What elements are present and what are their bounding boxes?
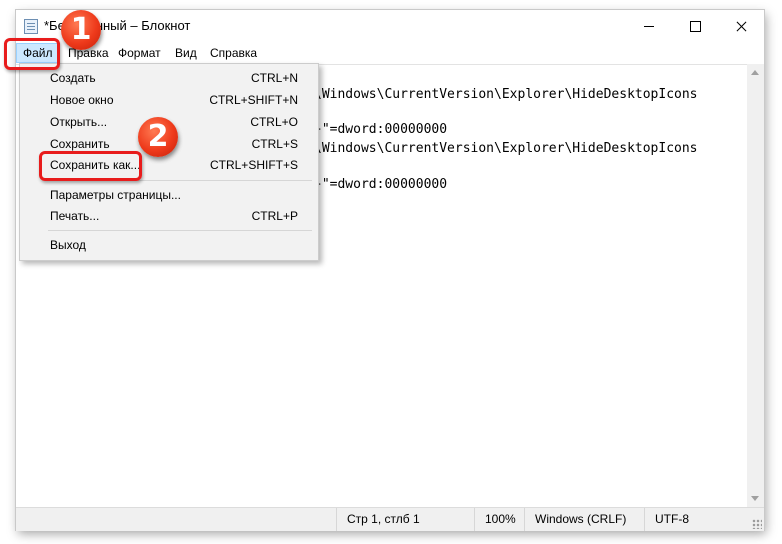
menu-help[interactable]: Справка xyxy=(204,44,263,62)
minimize-icon[interactable] xyxy=(626,10,672,42)
resize-grip-icon[interactable] xyxy=(752,519,762,529)
status-zoom: 100% xyxy=(474,508,525,531)
scroll-up-icon[interactable] xyxy=(751,70,759,75)
menu-item-shortcut: CTRL+O xyxy=(250,115,298,129)
menu-item-label: Новое окно xyxy=(50,93,114,107)
menu-item-label: Параметры страницы... xyxy=(50,188,181,202)
scroll-down-icon[interactable] xyxy=(751,496,759,501)
menu-item-shortcut: CTRL+SHIFT+S xyxy=(209,158,298,172)
status-encoding: UTF-8 xyxy=(644,508,755,531)
menu-item-shortcut: CTRL+SHIFT+N xyxy=(209,93,298,107)
menu-item-exit[interactable]: Выход xyxy=(20,234,318,256)
notepad-icon xyxy=(24,19,38,34)
step-badge-1: 1 xyxy=(61,10,101,50)
menu-item-shortcut: CTRL+P xyxy=(251,209,298,223)
menu-item-label: Выход xyxy=(50,238,86,252)
status-line-ending: Windows (CRLF) xyxy=(524,508,635,531)
highlight-file-menu xyxy=(4,38,60,70)
status-cursor-position: Стр 1, стлб 1 xyxy=(336,508,475,531)
maximize-icon[interactable] xyxy=(672,10,718,42)
highlight-save-as xyxy=(39,151,142,181)
title-bar[interactable]: *Безымянный – Блокнот xyxy=(16,10,764,42)
menu-item-page-setup[interactable]: Параметры страницы... xyxy=(20,184,318,206)
menu-item-label: Создать xyxy=(50,71,96,85)
menu-item-shortcut: CTRL+N xyxy=(250,71,298,85)
menu-item-new[interactable]: Создать CTRL+N xyxy=(20,67,318,89)
menu-item-new-window[interactable]: Новое окно CTRL+SHIFT+N xyxy=(20,89,318,111)
editor-line: }"=dword:00000000 xyxy=(314,177,448,192)
menu-item-shortcut: CTRL+S xyxy=(251,137,298,151)
menu-format[interactable]: Формат xyxy=(112,44,167,62)
menu-item-label: Печать... xyxy=(50,209,100,223)
menu-view[interactable]: Вид xyxy=(169,44,203,62)
step-badge-2: 2 xyxy=(138,117,178,157)
status-bar: Стр 1, стлб 1 100% Windows (CRLF) UTF-8 xyxy=(16,507,764,531)
editor-line: \Windows\CurrentVersion\Explorer\HideDes… xyxy=(314,141,698,156)
vertical-scrollbar[interactable] xyxy=(747,64,764,507)
menu-item-print[interactable]: Печать... CTRL+P xyxy=(20,205,318,227)
menu-separator xyxy=(48,230,312,231)
editor-line: \Windows\CurrentVersion\Explorer\HideDes… xyxy=(314,87,698,102)
menu-bar: Файл Правка Формат Вид Справка xyxy=(16,42,764,64)
editor-line: }"=dword:00000000 xyxy=(314,122,448,137)
close-icon[interactable] xyxy=(718,10,764,42)
menu-item-label: Открыть... xyxy=(50,115,108,129)
